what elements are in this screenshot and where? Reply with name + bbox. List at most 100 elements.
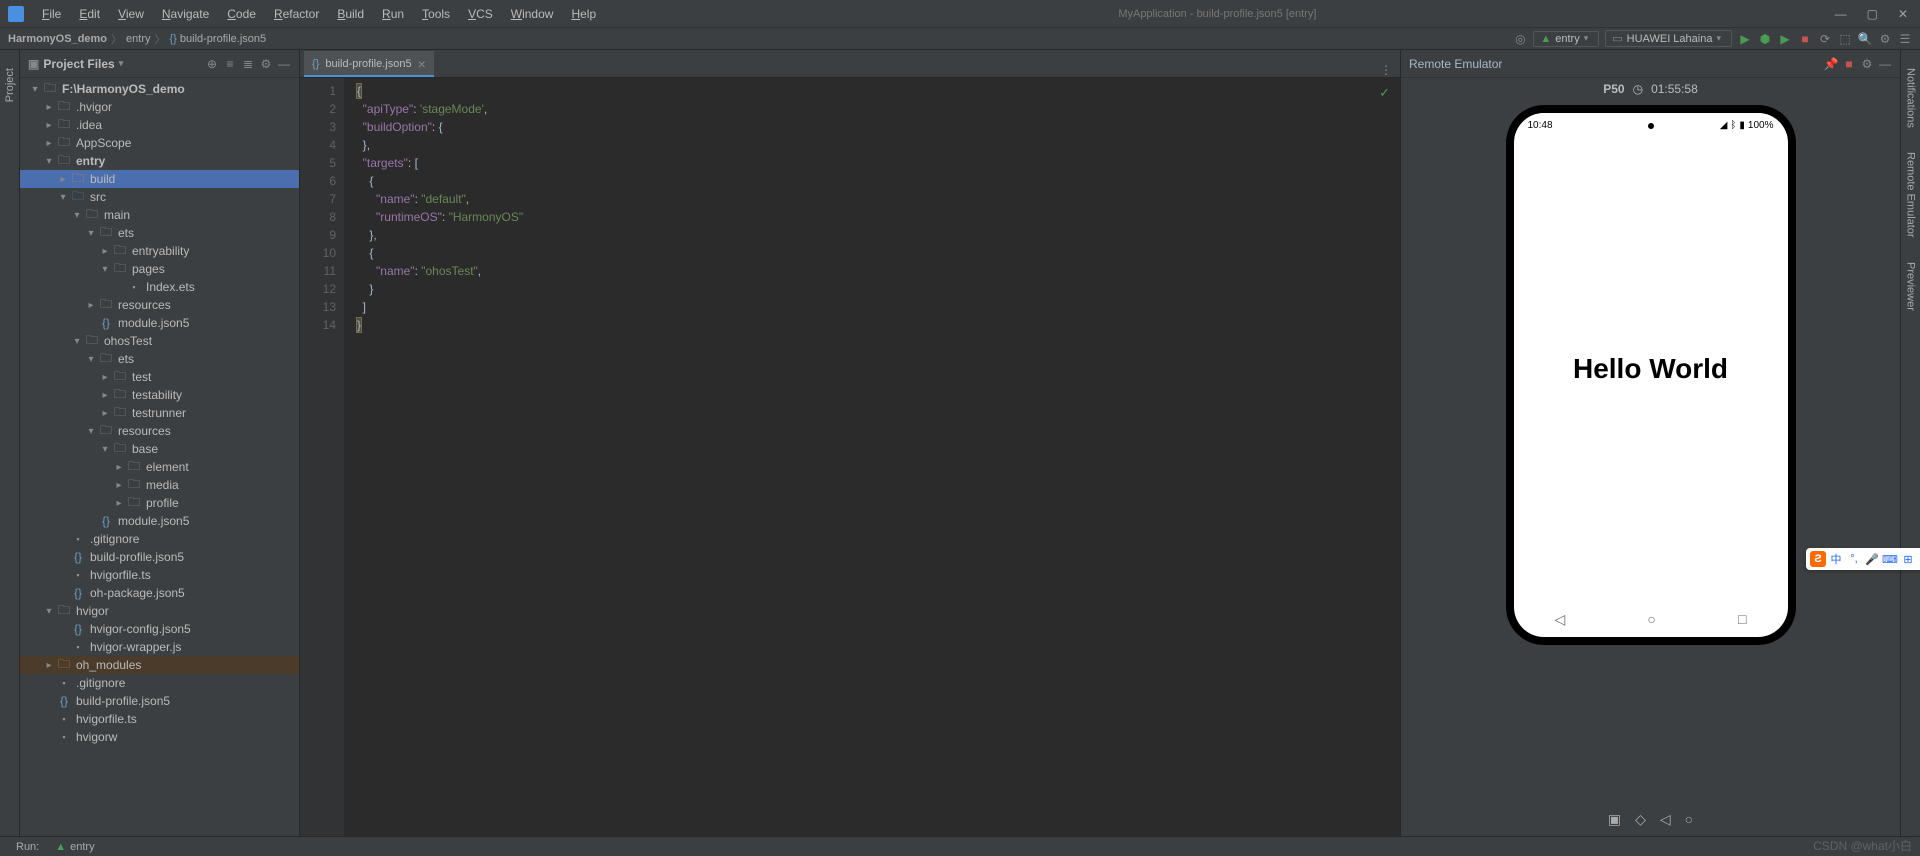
screenshot-icon[interactable]: ▣ (1608, 811, 1621, 828)
tree-node[interactable]: ▪.gitignore (20, 530, 299, 548)
emulator-stop-icon[interactable]: ■ (1842, 57, 1856, 71)
tree-node[interactable]: {}module.json5 (20, 314, 299, 332)
expand-toggle-icon[interactable]: ▾ (84, 228, 98, 239)
tree-node[interactable]: ▸🗀profile (20, 494, 299, 512)
run-target-tab[interactable]: ▲ entry (47, 841, 102, 853)
hide-panel-icon[interactable]: — (277, 57, 291, 71)
menu-item-navigate[interactable]: Navigate (154, 4, 217, 24)
right-tab-notifications[interactable]: Notifications (1903, 60, 1919, 136)
expand-toggle-icon[interactable]: ▸ (84, 300, 98, 311)
settings-icon[interactable]: ⚙ (1878, 32, 1892, 46)
menu-item-run[interactable]: Run (374, 4, 412, 24)
close-tab-icon[interactable]: × (418, 56, 426, 72)
tree-node[interactable]: ▾🗀src (20, 188, 299, 206)
menu-item-vcs[interactable]: VCS (460, 4, 501, 24)
phone-screen[interactable]: 10:48 ◢ ᛒ ▮ 100% Hello World ◁ ○ (1514, 113, 1788, 637)
expand-toggle-icon[interactable]: ▸ (98, 390, 112, 401)
expand-toggle-icon[interactable]: ▾ (56, 192, 70, 203)
phone-back-icon[interactable]: ◁ (1555, 611, 1566, 628)
expand-toggle-icon[interactable]: ▾ (70, 210, 84, 221)
code-line[interactable]: { (344, 82, 1400, 100)
emulator-hide-icon[interactable]: — (1878, 57, 1892, 71)
ime-punct-icon[interactable]: °, (1846, 551, 1862, 567)
ime-voice-icon[interactable]: 🎤 (1864, 551, 1880, 567)
code-area[interactable]: ✓ { "apiType": 'stageMode', "buildOption… (344, 78, 1400, 836)
expand-toggle-icon[interactable]: ▾ (42, 606, 56, 617)
pin-icon[interactable]: 📌 (1824, 57, 1838, 71)
editor-tab-menu-icon[interactable]: ⋮ (1372, 63, 1400, 77)
expand-toggle-icon[interactable]: ▸ (112, 462, 126, 473)
tree-node[interactable]: ▸🗀oh_modules (20, 656, 299, 674)
tree-node[interactable]: {}build-profile.json5 (20, 692, 299, 710)
breadcrumb-part[interactable]: HarmonyOS_demo (8, 33, 107, 45)
phone-home-icon[interactable]: ○ (1647, 611, 1655, 627)
expand-toggle-icon[interactable]: ▾ (84, 354, 98, 365)
editor-tab[interactable]: {} build-profile.json5 × (304, 51, 434, 77)
tree-node[interactable]: ▾🗀base (20, 440, 299, 458)
stop-button[interactable]: ■ (1798, 32, 1812, 46)
expand-toggle-icon[interactable]: ▸ (42, 102, 56, 113)
emu-home-icon[interactable]: ○ (1685, 811, 1693, 828)
code-line[interactable]: { (344, 244, 1400, 262)
menu-item-build[interactable]: Build (329, 4, 372, 24)
left-tab-project[interactable]: Project (2, 60, 18, 110)
tree-node[interactable]: ▾🗀hvigor (20, 602, 299, 620)
tree-node[interactable]: ▸🗀resources (20, 296, 299, 314)
tree-node[interactable]: ▸🗀.idea (20, 116, 299, 134)
project-tree[interactable]: ▾🗀F:\HarmonyOS_demo▸🗀.hvigor▸🗀.idea▸🗀App… (20, 78, 299, 836)
expand-toggle-icon[interactable]: ▸ (42, 120, 56, 131)
target-icon[interactable]: ◎ (1513, 32, 1527, 46)
breadcrumb-part[interactable]: {} build-profile.json5 (170, 33, 267, 45)
tree-node[interactable]: ▪hvigorfile.ts (20, 710, 299, 728)
menu-item-help[interactable]: Help (563, 4, 604, 24)
menu-item-file[interactable]: File (34, 4, 69, 24)
menu-item-edit[interactable]: Edit (71, 4, 108, 24)
code-line[interactable]: "targets": [ (344, 154, 1400, 172)
project-panel-title[interactable]: ▣ Project Files ▾ (28, 57, 123, 71)
right-tab-emulator[interactable]: Remote Emulator (1903, 144, 1919, 246)
expand-toggle-icon[interactable]: ▾ (84, 426, 98, 437)
tree-node[interactable]: ▪hvigorw (20, 728, 299, 746)
ime-floating-toolbar[interactable]: Ƨ 中 °, 🎤 ⌨ ⊞ (1806, 548, 1920, 570)
expand-toggle-icon[interactable]: ▸ (112, 480, 126, 491)
ime-lang-icon[interactable]: 中 (1828, 551, 1844, 567)
collapse-icon[interactable]: ≣ (241, 57, 255, 71)
attach-icon[interactable]: ⬚ (1838, 32, 1852, 46)
tree-node[interactable]: ▸🗀testability (20, 386, 299, 404)
tree-node[interactable]: ▪Index.ets (20, 278, 299, 296)
tree-node[interactable]: ▸🗀AppScope (20, 134, 299, 152)
code-line[interactable]: } (344, 280, 1400, 298)
tree-node[interactable]: ▸🗀testrunner (20, 404, 299, 422)
expand-toggle-icon[interactable]: ▾ (42, 156, 56, 167)
ime-keyboard-icon[interactable]: ⌨ (1882, 551, 1898, 567)
profiler-icon[interactable]: ⟳ (1818, 32, 1832, 46)
tree-node[interactable]: ▾🗀resources (20, 422, 299, 440)
help-icon[interactable]: ☰ (1898, 32, 1912, 46)
ime-grid-icon[interactable]: ⊞ (1900, 551, 1916, 567)
code-line[interactable]: { (344, 172, 1400, 190)
menu-item-window[interactable]: Window (503, 4, 562, 24)
emulator-settings-icon[interactable]: ⚙ (1860, 57, 1874, 71)
run-panel-tab[interactable]: Run: (8, 841, 47, 853)
rotate-icon[interactable]: ◇ (1635, 811, 1646, 828)
expand-toggle-icon[interactable]: ▸ (98, 372, 112, 383)
code-line[interactable]: ] (344, 298, 1400, 316)
tree-node[interactable]: ▾🗀ets (20, 224, 299, 242)
menu-item-code[interactable]: Code (219, 4, 264, 24)
tree-node[interactable]: ▪hvigor-wrapper.js (20, 638, 299, 656)
ime-logo-icon[interactable]: Ƨ (1810, 551, 1826, 567)
code-line[interactable]: }, (344, 226, 1400, 244)
phone-recent-icon[interactable]: □ (1738, 611, 1746, 627)
menu-item-view[interactable]: View (110, 4, 152, 24)
code-line[interactable]: }, (344, 136, 1400, 154)
tree-node[interactable]: ▾🗀ohosTest (20, 332, 299, 350)
expand-toggle-icon[interactable]: ▸ (56, 174, 70, 185)
tree-node[interactable]: ▸🗀element (20, 458, 299, 476)
tree-node[interactable]: ▸🗀test (20, 368, 299, 386)
code-line[interactable]: "name": "ohosTest", (344, 262, 1400, 280)
expand-toggle-icon[interactable]: ▾ (98, 444, 112, 455)
breadcrumb-part[interactable]: entry (126, 33, 150, 45)
tree-node[interactable]: ▪hvigorfile.ts (20, 566, 299, 584)
tree-node[interactable]: ▸🗀build (20, 170, 299, 188)
code-line[interactable]: } (344, 316, 1400, 334)
